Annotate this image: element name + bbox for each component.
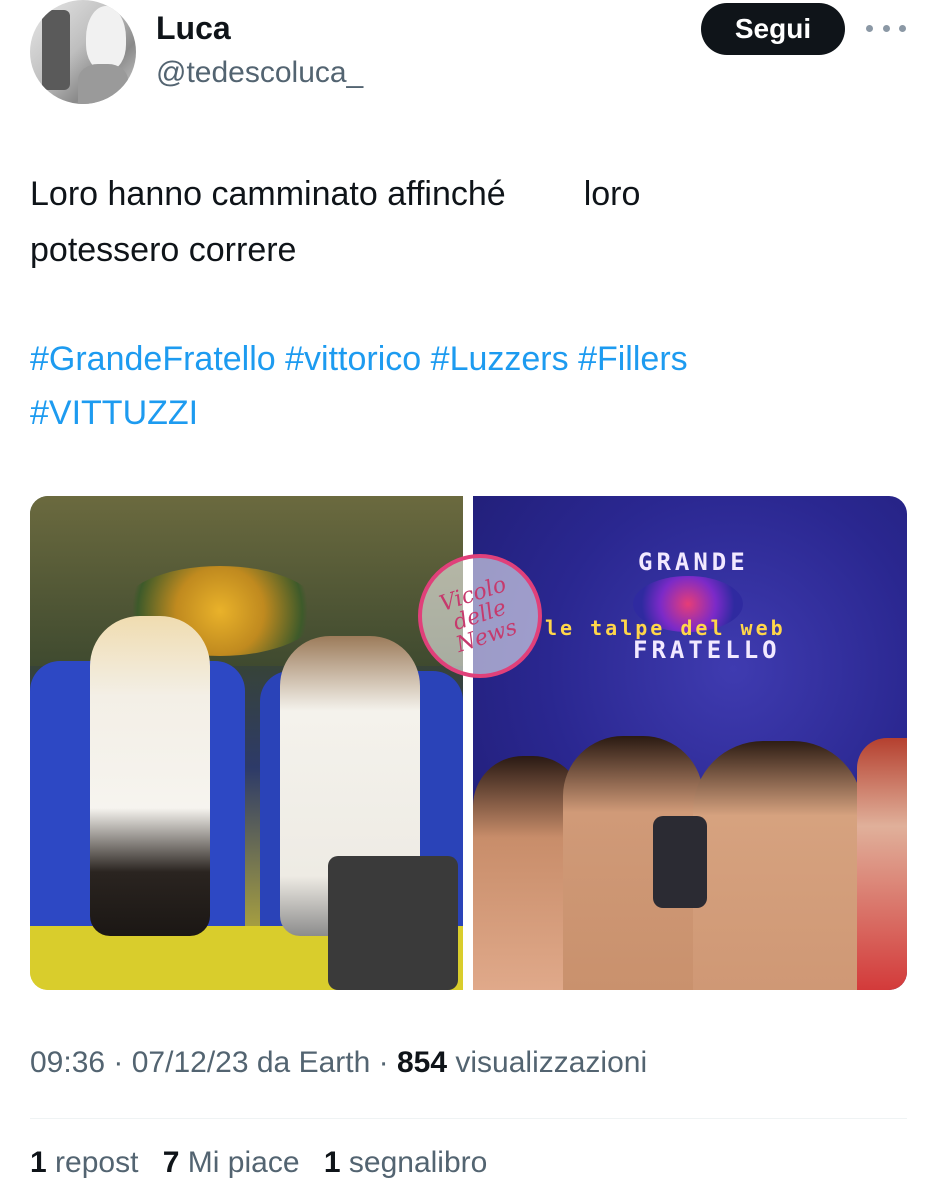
logo-text: GRANDE bbox=[638, 548, 749, 576]
bookmarks-label: segnalibro bbox=[348, 1146, 488, 1179]
dot bbox=[899, 24, 906, 32]
hashtags: #GrandeFratello #vittorico #Luzzers #Fil… bbox=[30, 332, 910, 440]
photo-person bbox=[693, 741, 863, 990]
tweet-text-part: potessero correre bbox=[30, 231, 297, 269]
logo-text: FRATELLO bbox=[633, 636, 781, 664]
divider bbox=[30, 1118, 907, 1119]
photo-phone bbox=[653, 816, 707, 908]
watermark-text: Vicolo delle News bbox=[436, 572, 521, 658]
photo-person bbox=[857, 738, 907, 990]
hashtag-link[interactable]: #Fillers bbox=[578, 340, 688, 378]
tweet-meta: 09:36 · 07/12/23 da Earth · 854 visualiz… bbox=[30, 1046, 648, 1079]
more-horizontal-icon[interactable] bbox=[866, 14, 906, 42]
dot bbox=[866, 24, 873, 32]
watermark-text: le talpe del web bbox=[545, 616, 786, 640]
dot bbox=[882, 24, 890, 32]
follow-button[interactable]: Segui bbox=[701, 3, 845, 55]
tweet-source: da Earth bbox=[256, 1046, 371, 1079]
hashtag-link[interactable]: #VITTUZZI bbox=[30, 394, 198, 432]
media-photo-right[interactable]: GRANDE FRATELLO bbox=[473, 496, 907, 990]
bookmarks-count: 1 bbox=[323, 1146, 341, 1179]
author-handle[interactable]: @tedescoluca_ bbox=[156, 56, 363, 90]
photo-stool bbox=[328, 856, 458, 990]
avatar[interactable] bbox=[30, 0, 136, 104]
tweet-text-part: loro bbox=[583, 175, 641, 213]
avatar-shape bbox=[78, 64, 128, 104]
reposts-count: 1 bbox=[30, 1146, 47, 1179]
likes-stat[interactable]: 7 Mi piace bbox=[163, 1146, 300, 1179]
media-photo-left[interactable] bbox=[30, 496, 463, 990]
tweet-date[interactable]: 07/12/23 bbox=[132, 1046, 249, 1079]
likes-label: Mi piace bbox=[187, 1146, 300, 1179]
avatar-shape bbox=[42, 10, 70, 90]
hashtag-link[interactable]: #GrandeFratello bbox=[30, 340, 276, 378]
tweet-text: Loro hanno camminato affinché loro potess… bbox=[30, 166, 910, 278]
bookmarks-stat[interactable]: 1 segnalibro bbox=[324, 1146, 487, 1179]
tweet-stats: 1 repost 7 Mi piace 1 segnalibro bbox=[30, 1146, 503, 1180]
views-label: visualizzazioni bbox=[455, 1046, 648, 1079]
reposts-label: repost bbox=[55, 1146, 139, 1179]
reposts-stat[interactable]: 1 repost bbox=[30, 1146, 138, 1179]
hashtag-link[interactable]: #vittorico bbox=[285, 340, 421, 378]
avatar-shape bbox=[86, 6, 126, 70]
author-name[interactable]: Luca bbox=[156, 10, 231, 47]
likes-count: 7 bbox=[162, 1146, 180, 1179]
photo-person bbox=[90, 616, 210, 936]
views-count: 854 bbox=[396, 1046, 448, 1079]
tweet-time[interactable]: 09:36 bbox=[30, 1046, 105, 1079]
tweet-text-part: Loro hanno camminato affinché bbox=[30, 175, 506, 213]
watermark-logo: Vicolo delle News bbox=[418, 554, 542, 678]
hashtag-link[interactable]: #Luzzers bbox=[431, 340, 569, 378]
